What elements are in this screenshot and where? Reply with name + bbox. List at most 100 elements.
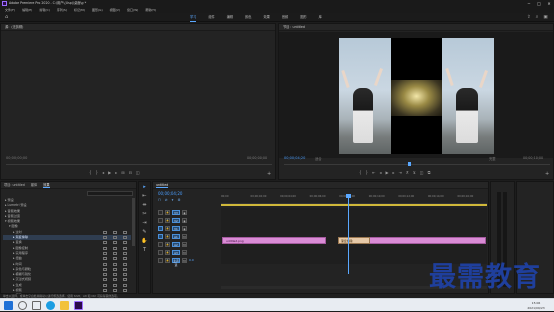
minimize-icon[interactable]: ─ <box>524 0 534 7</box>
track-target-toggle[interactable] <box>158 249 163 255</box>
track-target-toggle[interactable] <box>158 233 163 239</box>
tab-sequence-untitled[interactable]: untitled <box>156 182 169 188</box>
eye-icon[interactable]: ◉ <box>182 225 187 231</box>
windows-logo-icon[interactable] <box>4 301 13 310</box>
step-forward-icon[interactable]: ▸ <box>115 170 117 176</box>
track-header[interactable]: 🔒 A3 M <box>153 248 220 256</box>
source-viewer[interactable] <box>1 32 275 158</box>
workspace-tab-audio[interactable]: 音频 <box>282 13 288 22</box>
source-scrub-bar[interactable] <box>6 164 272 165</box>
notifications-icon[interactable]: ▣ <box>543 14 547 21</box>
task-view-icon[interactable] <box>32 301 41 310</box>
premiere-icon[interactable] <box>74 301 83 310</box>
work-area-bar[interactable] <box>221 204 487 206</box>
track-target-toggle[interactable] <box>158 241 163 247</box>
workspace-tab-effects[interactable]: 效果 <box>264 13 270 22</box>
clock[interactable]: 15:06 2021/09/23 <box>523 299 549 312</box>
lock-icon[interactable]: 🔒 <box>165 233 170 239</box>
track-header[interactable]: 🔒 V2 ◉ <box>153 216 220 224</box>
effects-scrollbar[interactable] <box>132 198 135 246</box>
timeline-playhead[interactable] <box>348 194 349 274</box>
type-tool-icon[interactable]: T <box>141 247 148 254</box>
edge-icon[interactable] <box>46 301 55 310</box>
add-button-icon[interactable]: + <box>545 171 549 177</box>
workspace-tab-assembly[interactable]: 组件 <box>208 13 214 22</box>
track-area[interactable] <box>221 208 487 264</box>
close-icon[interactable]: ✕ <box>544 0 554 7</box>
export-frame-icon[interactable]: ◫ <box>420 170 424 176</box>
lock-icon[interactable]: 🔒 <box>165 249 170 255</box>
master-volume-value[interactable]: 0.0 <box>189 258 194 262</box>
track-name[interactable]: 主声道 <box>172 257 180 267</box>
mute-icon[interactable]: M <box>182 257 187 263</box>
program-resolution-select[interactable]: 完整 <box>489 156 496 161</box>
export-frame-icon[interactable]: ◫ <box>136 170 140 176</box>
compare-icon[interactable]: ⧉ <box>428 170 431 176</box>
maximize-icon[interactable]: □ <box>534 0 544 7</box>
hand-tool-icon[interactable]: ✋ <box>141 238 148 245</box>
lift-icon[interactable]: ⊼ <box>406 170 409 176</box>
lock-icon[interactable]: 🔒 <box>165 257 170 263</box>
timeline-ruler[interactable]: 00;00 00;00;02;00 00;00;04;00 00;00;06;00 00… <box>221 194 487 204</box>
lock-icon[interactable]: 🔒 <box>165 217 170 223</box>
program-panel-title[interactable]: 节目：untitled <box>279 24 553 31</box>
timeline-timecode[interactable]: 00;00;04;20 <box>158 191 182 196</box>
lock-icon[interactable]: 🔒 <box>165 225 170 231</box>
play-icon[interactable]: ▶ <box>108 170 111 176</box>
home-icon[interactable]: ⌂ <box>5 15 10 20</box>
mute-icon[interactable]: M <box>182 249 187 255</box>
track-target-toggle[interactable] <box>158 209 163 215</box>
razor-tool-icon[interactable]: ✂ <box>141 211 148 218</box>
eye-icon[interactable]: ◉ <box>182 209 187 215</box>
program-timecode[interactable]: 00;00;04;20 <box>284 156 305 160</box>
workspace-tab-libraries[interactable]: 库 <box>319 13 322 22</box>
program-scrub-bar[interactable] <box>284 164 550 165</box>
effects-search-input[interactable] <box>87 191 133 196</box>
mark-out-icon[interactable]: } <box>96 170 99 176</box>
track-header[interactable]: 🔒 主声道 M 0.0 <box>153 256 220 267</box>
eye-icon[interactable]: ◉ <box>182 217 187 223</box>
timeline-settings-icon[interactable]: ⚙ <box>177 197 180 203</box>
source-panel-title[interactable]: 源：(无剪辑) <box>1 24 275 31</box>
workspace-tab-color[interactable]: 颜色 <box>245 13 251 22</box>
program-fit-select[interactable]: 适合 <box>315 156 322 161</box>
track-header[interactable]: 🔒 V3 ◉ <box>153 208 220 216</box>
track-name[interactable]: A1 <box>172 233 180 239</box>
transition-gradient-wipe[interactable]: 渐变擦除 <box>338 237 370 244</box>
mute-icon[interactable]: M <box>182 233 187 239</box>
insert-icon[interactable]: ⊞ <box>121 170 124 176</box>
explorer-icon[interactable] <box>60 301 69 310</box>
workspace-tab-learning[interactable]: 学习 <box>190 13 197 22</box>
lock-icon[interactable]: 🔒 <box>165 241 170 247</box>
track-target-toggle[interactable] <box>158 225 163 231</box>
tab-project[interactable]: 项目: untitled <box>4 182 25 188</box>
extract-icon[interactable]: ⊻ <box>413 170 416 176</box>
lock-icon[interactable]: 🔒 <box>165 209 170 215</box>
track-header[interactable]: 🔒 A2 M <box>153 240 220 248</box>
search-icon[interactable]: ⌕ <box>536 14 539 21</box>
go-to-out-icon[interactable]: ⇥ <box>399 170 402 176</box>
tab-effects[interactable]: 效果 <box>43 182 50 188</box>
mark-in-icon[interactable]: { <box>359 170 362 176</box>
overwrite-icon[interactable]: ⊟ <box>129 170 132 176</box>
workspace-tab-editing[interactable]: 编辑 <box>227 13 233 22</box>
source-timecode-in[interactable]: 00;00;00;00 <box>6 156 27 160</box>
selection-tool-icon[interactable]: ▸ <box>141 184 148 191</box>
workspace-tab-graphics[interactable]: 图形 <box>300 13 306 22</box>
step-back-icon[interactable]: ◂ <box>379 170 381 176</box>
ripple-edit-tool-icon[interactable]: ⇹ <box>141 202 148 209</box>
playhead-handle[interactable] <box>346 194 351 198</box>
program-playhead[interactable] <box>408 162 411 166</box>
mark-out-icon[interactable]: } <box>366 170 369 176</box>
add-button-icon[interactable]: + <box>267 171 271 177</box>
slip-tool-icon[interactable]: ⇥ <box>141 220 148 227</box>
mark-in-icon[interactable]: { <box>89 170 92 176</box>
track-name[interactable]: V2 <box>172 217 180 223</box>
program-viewer[interactable] <box>279 32 553 158</box>
track-name[interactable]: A3 <box>172 249 180 255</box>
linked-selection-icon[interactable]: ⊘ <box>165 197 168 203</box>
go-to-in-icon[interactable]: ⇤ <box>372 170 375 176</box>
track-header[interactable]: 🔒 A1 M <box>153 232 220 240</box>
track-name[interactable]: V1 <box>172 225 180 231</box>
step-forward-icon[interactable]: ▸ <box>393 170 395 176</box>
